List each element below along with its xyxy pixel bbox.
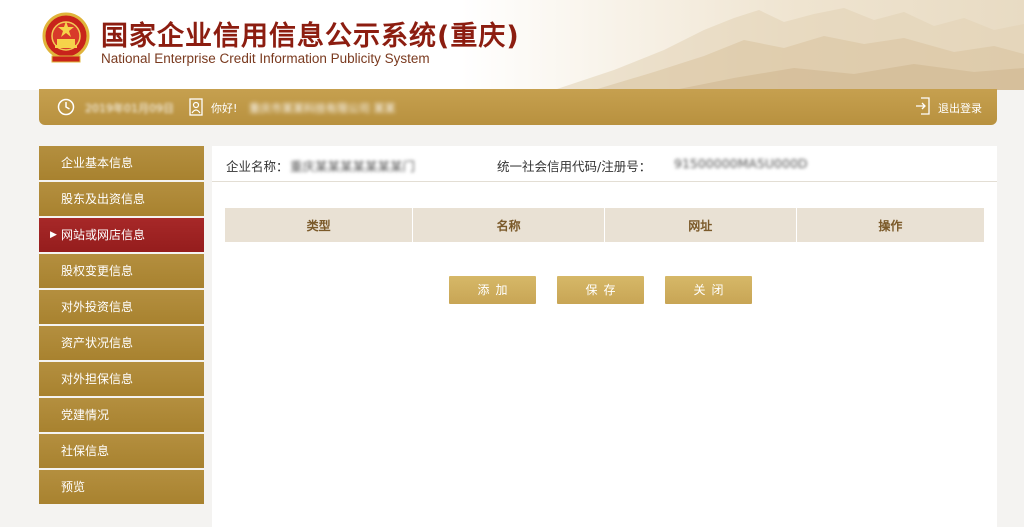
user-name: 重庆市某某科技有限公司 某某 — [249, 102, 396, 115]
sidebar-item-shareholders[interactable]: 股东及出资信息 — [39, 182, 204, 216]
column-header-url: 网址 — [604, 208, 797, 242]
column-header-name: 名称 — [412, 208, 605, 242]
company-name-label: 企业名称： — [226, 159, 289, 174]
save-button[interactable]: 保存 — [557, 276, 644, 304]
sidebar-item-investment[interactable]: 对外投资信息 — [39, 290, 204, 324]
table-header-row: 类型 名称 网址 操作 — [225, 208, 984, 242]
credit-code-label: 统一社会信用代码/注册号： — [497, 159, 652, 174]
sidebar-nav: 企业基本信息 股东及出资信息 ▶ 网站或网店信息 股权变更信息 对外投资信息 资产… — [39, 146, 204, 506]
mountain-landscape-image — [554, 8, 1024, 90]
sidebar-item-website[interactable]: ▶ 网站或网店信息 — [39, 218, 204, 252]
logout-icon[interactable] — [915, 97, 931, 115]
sidebar-item-preview[interactable]: 预览 — [39, 470, 204, 504]
sidebar-item-guarantee[interactable]: 对外担保信息 — [39, 362, 204, 396]
sidebar-item-label: 党建情况 — [61, 408, 110, 422]
close-button[interactable]: 关闭 — [665, 276, 752, 304]
clock-icon — [57, 98, 75, 116]
sidebar-item-label: 股东及出资信息 — [61, 192, 146, 206]
company-info-row: 企业名称： 重庆某某某某某某某门 统一社会信用代码/注册号： 91500000M… — [212, 146, 997, 182]
sidebar-item-label: 资产状况信息 — [61, 336, 134, 350]
user-info-bar: 2019年01月09日 你好! 重庆市某某科技有限公司 某某 退出登录 — [39, 89, 997, 125]
sidebar-item-label: 对外担保信息 — [61, 372, 134, 386]
site-title: 国家企业信用信息公示系统(重庆) — [101, 21, 520, 52]
greeting-text: 你好! — [211, 102, 238, 115]
site-subtitle: National Enterprise Credit Information P… — [101, 51, 430, 66]
add-button[interactable]: 添加 — [449, 276, 536, 304]
user-icon — [189, 98, 203, 116]
sidebar-item-social-security[interactable]: 社保信息 — [39, 434, 204, 468]
current-date: 2019年01月09日 — [85, 102, 174, 115]
logout-link[interactable]: 退出登录 — [938, 100, 982, 116]
sidebar-item-label: 社保信息 — [61, 444, 110, 458]
credit-code-value: 91500000MA5U000D — [674, 156, 808, 171]
site-header: 国家企业信用信息公示系统(重庆) National Enterprise Cre… — [0, 0, 1024, 90]
main-panel: 企业名称： 重庆某某某某某某某门 统一社会信用代码/注册号： 91500000M… — [212, 146, 997, 527]
column-header-type: 类型 — [225, 208, 414, 242]
sidebar-item-label: 预览 — [61, 480, 86, 494]
sidebar-item-party[interactable]: 党建情况 — [39, 398, 204, 432]
website-table: 类型 名称 网址 操作 — [225, 208, 984, 242]
active-arrow-icon: ▶ — [50, 230, 57, 240]
sidebar-item-label: 股权变更信息 — [61, 264, 134, 278]
company-name-value: 重庆某某某某某某某门 — [290, 159, 416, 174]
sidebar-item-label: 网站或网店信息 — [61, 228, 146, 242]
sidebar-item-equity-change[interactable]: 股权变更信息 — [39, 254, 204, 288]
sidebar-item-label: 企业基本信息 — [61, 156, 134, 170]
sidebar-item-label: 对外投资信息 — [61, 300, 134, 314]
sidebar-item-basic-info[interactable]: 企业基本信息 — [39, 146, 204, 180]
column-header-action: 操作 — [878, 218, 903, 233]
sidebar-item-assets[interactable]: 资产状况信息 — [39, 326, 204, 360]
national-emblem-icon — [42, 12, 90, 63]
